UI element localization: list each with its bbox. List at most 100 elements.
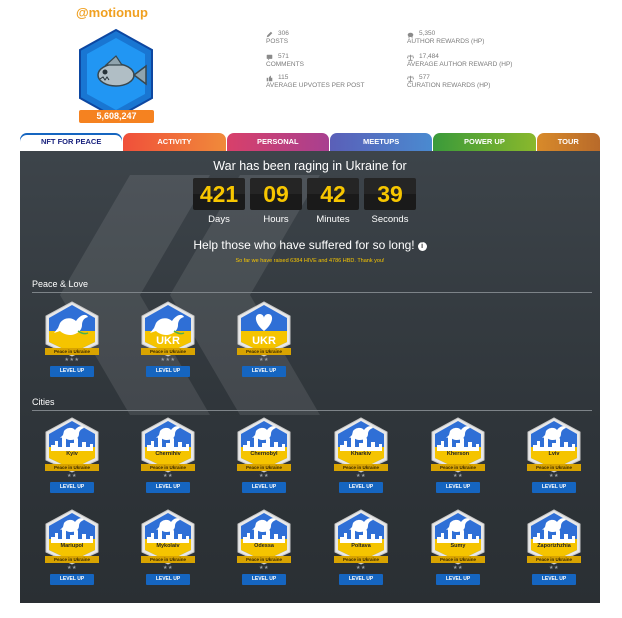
- city-badge-chernihiv: Chernihiv Peace in Ukraine ★★ LEVEL UP: [138, 417, 198, 493]
- level-up-button[interactable]: LEVEL UP: [242, 366, 286, 377]
- level-up-button[interactable]: LEVEL UP: [339, 482, 383, 493]
- level-up-button[interactable]: LEVEL UP: [436, 574, 480, 585]
- city-name: Chernihiv: [155, 451, 181, 457]
- raised-text: So far we have raised 6384 HIVE and 4786…: [235, 258, 385, 264]
- tab-meetups[interactable]: MEETUPS: [329, 133, 433, 151]
- badge-stars: ★★: [259, 565, 269, 571]
- level-up-button[interactable]: LEVEL UP: [532, 574, 576, 585]
- city-name: Mariupol: [60, 543, 84, 549]
- city-badge-odessa: Odessa Peace in Ukraine ★★ LEVEL UP: [234, 509, 294, 585]
- level-up-button[interactable]: LEVEL UP: [50, 366, 94, 377]
- badge-label: Peace in Ukraine: [431, 464, 485, 471]
- stat-upvotes: 115 AVERAGE UPVOTES PER POST: [266, 74, 365, 89]
- badge-label: Peace in Ukraine: [141, 348, 195, 355]
- profile-score: 5,608,247: [79, 110, 154, 123]
- war-timer: 421 Days 09 Hours 42 Minutes 39 Seconds: [193, 178, 416, 225]
- badge-stars: ★★: [356, 565, 366, 571]
- level-up-button[interactable]: LEVEL UP: [146, 366, 190, 377]
- level-up-button[interactable]: LEVEL UP: [339, 574, 383, 585]
- timer-days: 421 Days: [193, 178, 245, 225]
- section-peace-love: Peace & Love: [32, 279, 89, 289]
- city-badge-mariupol: Mariupol Peace in Ukraine ★★ LEVEL UP: [42, 509, 102, 585]
- badge-label: Peace in Ukraine: [431, 556, 485, 563]
- tab-bar: NFT FOR PEACE ACTIVITY PERSONAL MEETUPS …: [20, 133, 600, 151]
- city-badge-sumy: Sumy Peace in Ukraine ★★ LEVEL UP: [428, 509, 488, 585]
- badge-stars: ★★: [67, 473, 77, 479]
- badge-label: Peace in Ukraine: [45, 348, 99, 355]
- badge-label: Peace in Ukraine: [237, 348, 291, 355]
- city-badge-kherson: Kherson Peace in Ukraine ★★ LEVEL UP: [428, 417, 488, 493]
- svg-text:UKR: UKR: [252, 335, 276, 347]
- help-text: Help those who have suffered for so long…: [20, 238, 600, 252]
- badge-stars: ★★★: [160, 357, 176, 363]
- tab-nft-for-peace[interactable]: NFT FOR PEACE: [20, 133, 123, 151]
- badge-label: Peace in Ukraine: [527, 556, 581, 563]
- city-name: Kharkiv: [350, 451, 372, 457]
- city-name: Chernobyl: [250, 451, 278, 457]
- badge-stars: ★★: [453, 473, 463, 479]
- comments-icon: [266, 54, 273, 60]
- city-badge-zaporizhzhia: Zaporizhzhia Peace in Ukraine ★★ LEVEL UP: [524, 509, 584, 585]
- level-up-button[interactable]: LEVEL UP: [532, 482, 576, 493]
- badge-label: Peace in Ukraine: [45, 464, 99, 471]
- stat-curation-rewards: 577 CURATION REWARDS (HP): [407, 74, 491, 89]
- avatar-hexagon: [79, 28, 153, 120]
- tab-tour[interactable]: TOUR: [536, 133, 600, 151]
- level-up-button[interactable]: LEVEL UP: [242, 482, 286, 493]
- badge-label: Peace in Ukraine: [237, 556, 291, 563]
- badge-stars: ★★: [453, 565, 463, 571]
- stat-comments: 571 COMMENTS: [266, 53, 304, 68]
- peace-badge: Peace in Ukraine ★★★ LEVEL UP: [42, 301, 102, 377]
- city-name: Kherson: [446, 451, 470, 457]
- peace-badge: UKR Peace in Ukraine ★★ LEVEL UP: [234, 301, 294, 377]
- level-up-button[interactable]: LEVEL UP: [242, 574, 286, 585]
- level-up-button[interactable]: LEVEL UP: [50, 574, 94, 585]
- info-icon[interactable]: i: [417, 242, 427, 251]
- city-badge-kyiv: Kyiv Peace in Ukraine ★★ LEVEL UP: [42, 417, 102, 493]
- divider: [32, 292, 592, 293]
- badge-stars: ★★★: [64, 357, 80, 363]
- piggy-bank-icon: [407, 32, 414, 38]
- city-name: Lviv: [548, 451, 560, 457]
- city-name: Kyiv: [66, 451, 78, 457]
- level-up-button[interactable]: LEVEL UP: [146, 574, 190, 585]
- timer-minutes: 42 Minutes: [307, 178, 359, 225]
- war-title: War has been raging in Ukraine for: [213, 159, 407, 173]
- pencil-icon: [266, 31, 273, 37]
- badge-label: Peace in Ukraine: [527, 464, 581, 471]
- city-name: Poltava: [351, 543, 371, 549]
- tab-power-up[interactable]: POWER UP: [433, 133, 536, 151]
- badge-label: Peace in Ukraine: [334, 464, 388, 471]
- stat-author-rewards: 5,350 AUTHOR REWARDS (HP): [407, 30, 485, 45]
- city-name: Mykolaiv: [156, 543, 180, 549]
- badge-stars: ★★: [67, 565, 77, 571]
- badge-label: Peace in Ukraine: [45, 556, 99, 563]
- scale-icon: [407, 75, 414, 82]
- badge-stars: ★★: [259, 473, 269, 479]
- section-cities: Cities: [32, 397, 55, 407]
- timer-seconds: 39 Seconds: [364, 178, 416, 225]
- city-badge-kharkiv: Kharkiv Peace in Ukraine ★★ LEVEL UP: [331, 417, 391, 493]
- timer-hours: 09 Hours: [250, 178, 302, 225]
- stat-posts: 306 POSTS: [266, 30, 289, 45]
- badge-stars: ★★: [549, 473, 559, 479]
- badge-label: Peace in Ukraine: [141, 464, 195, 471]
- level-up-button[interactable]: LEVEL UP: [50, 482, 94, 493]
- svg-text:UKR: UKR: [156, 335, 180, 347]
- badge-stars: ★★: [163, 565, 173, 571]
- tab-personal[interactable]: PERSONAL: [226, 133, 329, 151]
- divider: [32, 410, 592, 411]
- city-badge-mykolaiv: Mykolaiv Peace in Ukraine ★★ LEVEL UP: [138, 509, 198, 585]
- city-badge-lviv: Lviv Peace in Ukraine ★★ LEVEL UP: [524, 417, 584, 493]
- scale-icon: [407, 54, 414, 61]
- tab-activity[interactable]: ACTIVITY: [123, 133, 226, 151]
- badge-label: Peace in Ukraine: [334, 556, 388, 563]
- badge-label: Peace in Ukraine: [237, 464, 291, 471]
- level-up-button[interactable]: LEVEL UP: [436, 482, 480, 493]
- level-up-button[interactable]: LEVEL UP: [146, 482, 190, 493]
- city-name: Zaporizhzhia: [537, 543, 571, 549]
- city-name: Odessa: [254, 543, 274, 549]
- badge-stars: ★★: [163, 473, 173, 479]
- city-badge-chernobyl: Chernobyl Peace in Ukraine ★★ LEVEL UP: [234, 417, 294, 493]
- nft-for-peace-panel: War has been raging in Ukraine for 421 D…: [20, 151, 600, 603]
